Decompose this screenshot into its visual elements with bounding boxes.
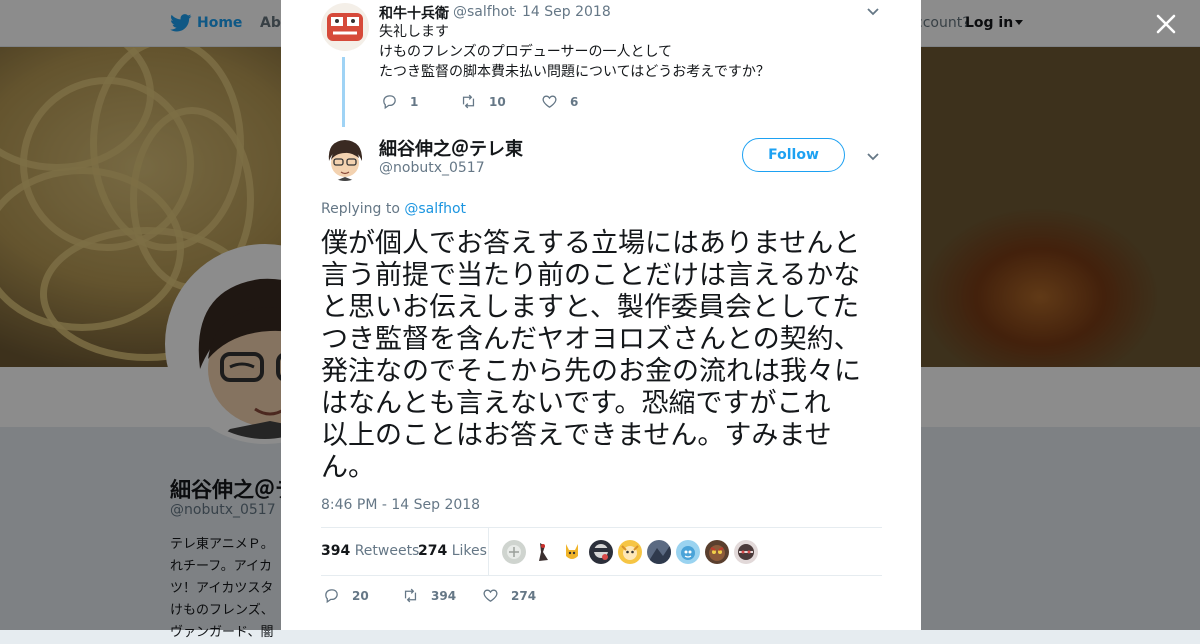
reply-icon	[325, 589, 338, 604]
parent-reply-count: 1	[410, 94, 419, 109]
retweets-stat[interactable]: 394 Retweets	[321, 543, 419, 559]
thread-connector	[342, 57, 345, 127]
separator-dot: ·	[513, 4, 518, 20]
liker-avatar[interactable]	[647, 540, 671, 564]
parent-author-handle[interactable]: @salfhot	[453, 4, 515, 20]
tweet-line: と思いお伝えしますと、製作委員会としてた	[321, 292, 860, 323]
liker-avatar[interactable]	[560, 540, 584, 564]
like-button[interactable]: 274	[482, 587, 536, 604]
like-action-count: 274	[511, 588, 537, 603]
liker-avatar[interactable]	[734, 540, 758, 564]
heart-icon	[483, 589, 498, 602]
tweet-line: 言う前提で当たり前のことだけは言えるかな	[321, 260, 861, 291]
parent-retweet-count: 10	[489, 94, 506, 109]
tweet-modal: 和牛十兵衛 @salfhot · 14 Sep 2018 失礼します けものフレ…	[281, 0, 921, 630]
parent-tweet-line: けものフレンズのプロデューサーの一人として	[379, 44, 673, 60]
replying-prefix: Replying to	[321, 201, 400, 217]
tweet-timestamp[interactable]: 8:46 PM - 14 Sep 2018	[321, 497, 480, 513]
tweet-line: つき監督を含んだヤオヨロズさんとの契約、	[321, 324, 861, 355]
retweet-count: 394	[321, 543, 351, 559]
parent-retweet-button[interactable]: 10	[460, 93, 506, 110]
retweet-action-count: 394	[431, 588, 457, 603]
parent-reply-button[interactable]: 1	[381, 93, 418, 110]
like-count: 274	[418, 543, 448, 559]
tweet-line: 発注なのでそこから先のお金の流れは我々に	[321, 356, 861, 387]
parent-tweet-text: 失礼します けものフレンズのプロデューサーの一人として たつき監督の脚本費未払い…	[379, 22, 770, 82]
parent-tweet-avatar[interactable]	[321, 3, 369, 51]
liker-avatar[interactable]	[502, 540, 526, 564]
likes-stat[interactable]: 274 Likes	[418, 543, 487, 559]
reply-button[interactable]: 20	[323, 587, 369, 604]
liker-avatar[interactable]	[531, 540, 555, 564]
retweet-icon	[404, 588, 417, 603]
retweet-button[interactable]: 394	[402, 587, 456, 604]
reply-icon	[383, 95, 396, 110]
parent-like-count: 6	[570, 94, 579, 109]
tweet-text: 僕が個人でお答えする立場にはありませんと 言う前提で当たり前のことだけは言えるか…	[321, 228, 891, 484]
author-handle[interactable]: @nobutx_0517	[379, 160, 485, 176]
tweet-line: ん。	[321, 452, 375, 483]
chevron-down-icon[interactable]	[866, 152, 880, 162]
tweet-line: はなんとも言えないです。恐縮ですがこれ	[321, 388, 831, 419]
author-avatar[interactable]	[321, 133, 369, 181]
stats-divider	[488, 528, 489, 575]
follow-button[interactable]: Follow	[742, 138, 845, 172]
tweet-line: 以上のことはお答えできません。すみませ	[321, 420, 832, 451]
liker-avatar[interactable]	[676, 540, 700, 564]
replying-to: Replying to @salfhot	[321, 201, 466, 217]
likes-label: Likes	[451, 543, 487, 559]
liker-avatar[interactable]	[618, 540, 642, 564]
author-name[interactable]: 細谷伸之＠テレ東	[379, 135, 523, 161]
reply-count: 20	[352, 588, 369, 603]
replying-to-link[interactable]: @salfhot	[404, 201, 466, 217]
liker-avatar[interactable]	[589, 540, 613, 564]
tweet-line: 僕が個人でお答えする立場にはありませんと	[321, 228, 861, 259]
retweet-icon	[462, 94, 475, 109]
parent-tweet-date[interactable]: 14 Sep 2018	[522, 4, 611, 20]
heart-icon	[542, 95, 557, 108]
tweet-stats: 394 Retweets 274 Likes	[321, 527, 882, 576]
chevron-down-icon[interactable]	[866, 7, 880, 17]
close-icon[interactable]	[1152, 10, 1180, 38]
parent-author-name[interactable]: 和牛十兵衛	[379, 3, 449, 23]
retweets-label: Retweets	[354, 543, 420, 559]
parent-tweet-line: 失礼します	[379, 24, 449, 40]
liker-avatar[interactable]	[705, 540, 729, 564]
parent-tweet-line: たつき監督の脚本費未払い問題についてはどうお考えですか？	[379, 64, 770, 80]
parent-like-button[interactable]: 6	[541, 93, 578, 110]
